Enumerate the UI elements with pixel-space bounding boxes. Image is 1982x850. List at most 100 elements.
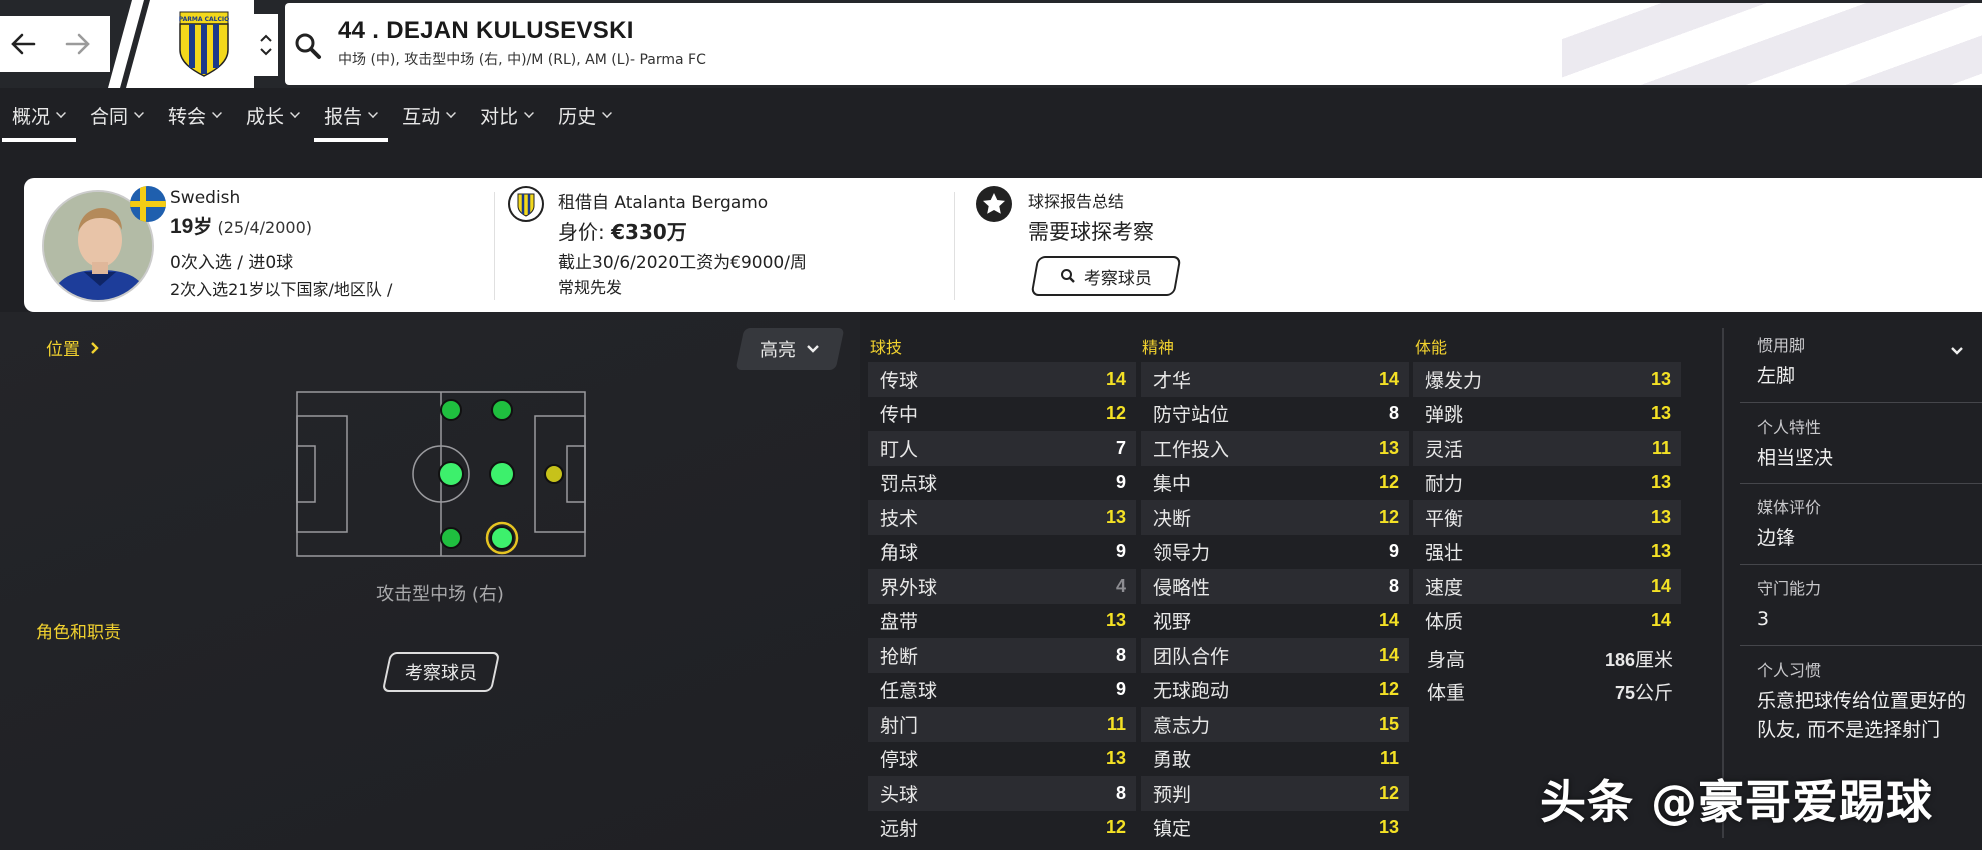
- value-label: 身价:: [558, 220, 612, 244]
- tab-transfer[interactable]: 转会: [156, 88, 234, 142]
- tab-compare[interactable]: 对比: [468, 88, 546, 142]
- attribute-name: 盘带: [880, 611, 919, 634]
- highlight-dropdown[interactable]: 高亮: [735, 328, 845, 370]
- age-line: 19岁 (25/4/2000): [170, 212, 312, 239]
- attribute-row[interactable]: 头球 8: [868, 776, 1136, 811]
- chevron-down-icon[interactable]: [1950, 346, 1964, 356]
- attribute-row[interactable]: 勇敢 11: [1141, 742, 1409, 777]
- club-crest-container[interactable]: PARMA CALCIO: [168, 0, 254, 88]
- tab-contract[interactable]: 合同: [78, 88, 156, 142]
- attribute-row[interactable]: 体质 14: [1413, 604, 1681, 639]
- attribute-name: 灵活: [1425, 438, 1464, 461]
- loan-info[interactable]: 租借自 Atalanta Bergamo: [558, 188, 768, 213]
- attribute-value: 14: [1378, 644, 1399, 665]
- attribute-row[interactable]: 罚点球 9: [868, 466, 1136, 501]
- attribute-row[interactable]: 集中 12: [1141, 466, 1409, 501]
- attribute-value: 15: [1378, 713, 1399, 734]
- chevron-down-icon: [524, 107, 535, 118]
- parma-crest-icon: PARMA CALCIO: [179, 11, 229, 77]
- attribute-row[interactable]: 平衡 13: [1413, 500, 1681, 535]
- technical-heading: 球技: [870, 338, 903, 357]
- side-divider: [1740, 483, 1982, 484]
- attribute-value: 13: [1650, 472, 1671, 493]
- chevron-down-icon: [56, 107, 66, 118]
- position-dot-aml[interactable]: [491, 399, 513, 421]
- positions-link-label: 位置: [46, 340, 80, 360]
- attribute-row[interactable]: 镇定 13: [1141, 811, 1409, 846]
- attribute-row[interactable]: 工作投入 13: [1141, 431, 1409, 466]
- side-divider: [1740, 402, 1982, 403]
- attribute-row[interactable]: 弹跳 13: [1413, 397, 1681, 432]
- attribute-name: 预判: [1153, 783, 1192, 806]
- attribute-row[interactable]: 技术 13: [868, 500, 1136, 535]
- forward-button[interactable]: [45, 16, 110, 72]
- attribute-name: 工作投入: [1153, 438, 1230, 461]
- attribute-row[interactable]: 传中 12: [868, 397, 1136, 432]
- chevron-down-icon[interactable]: [259, 47, 273, 57]
- attribute-row[interactable]: 速度 14: [1413, 569, 1681, 604]
- tab-development[interactable]: 成长: [234, 88, 312, 142]
- player-switch-stepper[interactable]: [254, 14, 278, 76]
- attribute-row[interactable]: 意志力 15: [1141, 707, 1409, 742]
- attribute-row[interactable]: 侵略性 8: [1141, 569, 1409, 604]
- attribute-row[interactable]: 停球 13: [868, 742, 1136, 777]
- position-pitch-diagram: [296, 391, 586, 557]
- back-button[interactable]: [0, 16, 45, 72]
- info-divider: [954, 192, 955, 300]
- position-dot-ml[interactable]: [440, 399, 462, 421]
- header-stripes-decoration: [108, 0, 172, 88]
- attribute-row[interactable]: 灵活 11: [1413, 431, 1681, 466]
- tab-label: 对比: [480, 105, 519, 128]
- attribute-value: 13: [1650, 368, 1671, 389]
- positions-link[interactable]: 位置: [46, 335, 100, 360]
- attribute-row[interactable]: 预判 12: [1141, 776, 1409, 811]
- attribute-row[interactable]: 界外球 4: [868, 569, 1136, 604]
- tab-overview[interactable]: 概况: [0, 88, 78, 142]
- contract-info: 截止30/6/2020工资为€9000/周: [558, 253, 807, 273]
- tab-reports[interactable]: 报告: [312, 88, 390, 142]
- attribute-value: 12: [1105, 817, 1126, 838]
- attribute-value: 13: [1650, 541, 1671, 562]
- search-icon[interactable]: [293, 31, 323, 61]
- attribute-row[interactable]: 团队合作 14: [1141, 638, 1409, 673]
- crest-text: PARMA CALCIO: [179, 16, 229, 23]
- attribute-row[interactable]: 决断 12: [1141, 500, 1409, 535]
- scout-player-button-secondary[interactable]: 考察球员: [381, 652, 501, 692]
- sweden-flag-icon: [130, 186, 166, 222]
- attribute-row[interactable]: 抢断 8: [868, 638, 1136, 673]
- attribute-row[interactable]: 防守站位 8: [1141, 397, 1409, 432]
- attribute-row[interactable]: 才华 14: [1141, 362, 1409, 397]
- attribute-value: 13: [1105, 748, 1126, 769]
- attribute-row[interactable]: 强壮 13: [1413, 535, 1681, 570]
- attribute-name: 决断: [1153, 507, 1192, 530]
- preferred-foot-section[interactable]: 惯用脚 左脚: [1757, 332, 1982, 391]
- tab-interaction[interactable]: 互动: [390, 88, 468, 142]
- position-dot-mc[interactable]: [438, 461, 464, 487]
- chevron-up-icon[interactable]: [259, 33, 273, 43]
- attribute-row[interactable]: 远射 12: [868, 811, 1136, 846]
- goalkeeping-label: 守门能力: [1757, 579, 1822, 598]
- attribute-value: 14: [1378, 368, 1399, 389]
- player-search-bar[interactable]: 44 . DEJAN KULUSEVSKI 中场 (中), 攻击型中场 (右, …: [285, 3, 1982, 85]
- position-dot-st[interactable]: [544, 464, 564, 484]
- scout-player-button[interactable]: 考察球员: [1030, 256, 1182, 296]
- position-dot-amc[interactable]: [489, 461, 515, 487]
- attribute-row[interactable]: 射门 11: [868, 707, 1136, 742]
- attribute-row[interactable]: 任意球 9: [868, 673, 1136, 708]
- attribute-row[interactable]: 角球 9: [868, 535, 1136, 570]
- attribute-row[interactable]: 盯人 7: [868, 431, 1136, 466]
- attribute-row[interactable]: 视野 14: [1141, 604, 1409, 639]
- attribute-row[interactable]: 盘带 13: [868, 604, 1136, 639]
- tab-history[interactable]: 历史: [546, 88, 624, 142]
- attribute-row[interactable]: 耐力 13: [1413, 466, 1681, 501]
- attribute-name: 才华: [1153, 369, 1192, 392]
- roles-duties-heading[interactable]: 角色和职责: [36, 618, 121, 643]
- attribute-row[interactable]: 爆发力 13: [1413, 362, 1681, 397]
- attribute-row[interactable]: 无球跑动 12: [1141, 673, 1409, 708]
- position-dot-mr[interactable]: [440, 527, 462, 549]
- watermark-text: 头条 @豪哥爱踢球: [1540, 775, 1934, 829]
- attribute-row[interactable]: 领导力 9: [1141, 535, 1409, 570]
- attribute-row[interactable]: 传球 14: [868, 362, 1136, 397]
- side-divider: [1740, 645, 1982, 646]
- attribute-name: 射门: [880, 714, 919, 737]
